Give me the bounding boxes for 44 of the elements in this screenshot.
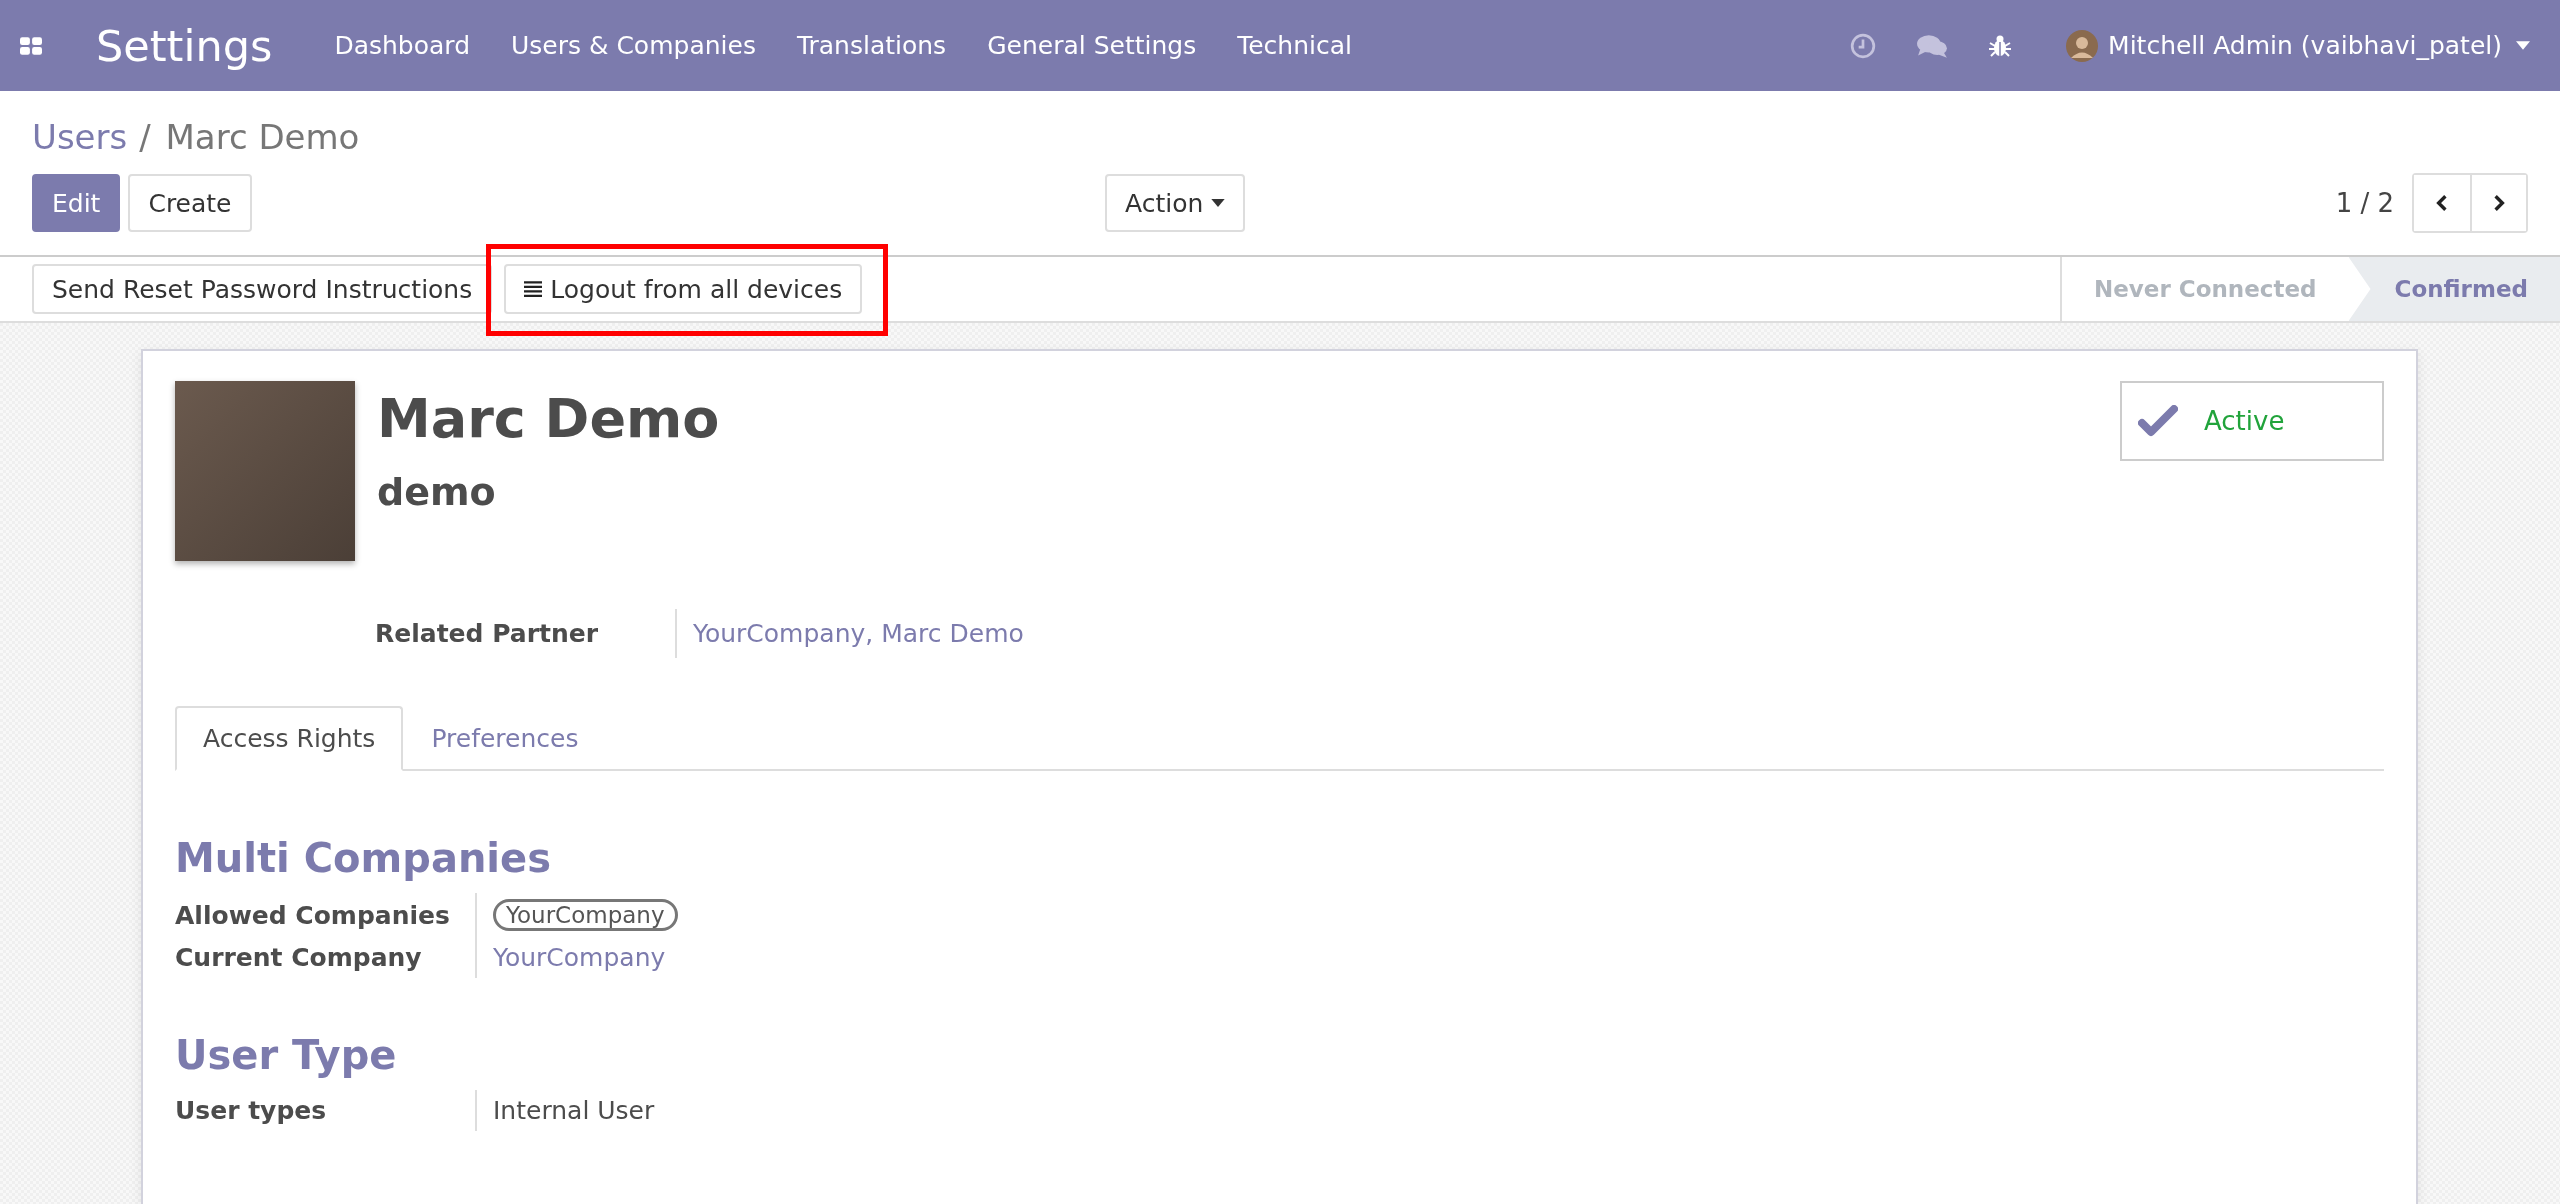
user-menu[interactable]: Mitchell Admin (vaibhavi_patel) (2108, 31, 2502, 60)
field-label: Related Partner (375, 619, 600, 648)
chat-icon[interactable] (1916, 32, 1949, 59)
breadcrumb-link[interactable]: Users (32, 117, 128, 157)
user-login: demo (377, 470, 497, 514)
section-title: Multi Companies (175, 835, 552, 881)
list-icon (524, 281, 543, 297)
status-stage[interactable]: Confirmed (2348, 257, 2560, 321)
breadcrumb-current: / Marc Demo (139, 117, 360, 157)
edit-button[interactable]: Edit (32, 174, 121, 232)
bug-icon[interactable] (1988, 33, 2013, 58)
clock-icon[interactable] (1850, 32, 1877, 59)
status-stage[interactable]: Never Connected (2060, 257, 2349, 321)
field-label: User types (175, 1095, 327, 1127)
menu-item[interactable]: General Settings (987, 31, 1197, 60)
menu-item[interactable]: Users & Companies (511, 31, 756, 60)
field-value: Internal User (493, 1096, 655, 1125)
company-tag: YourCompany (493, 899, 678, 931)
caret-icon[interactable] (2516, 41, 2530, 50)
caret-icon (1211, 199, 1226, 207)
partner-link[interactable]: YourCompany, Marc Demo (675, 609, 1024, 658)
field-label: Allowed Companies (175, 899, 450, 932)
tab[interactable]: Preferences (403, 706, 607, 771)
field-label: Current Company (175, 942, 422, 974)
section-title: User Type (175, 1032, 398, 1078)
chevron-right-icon (2493, 194, 2505, 212)
pager-value: 1 / 2 (2335, 188, 2394, 218)
header-button[interactable]: Send Reset Password Instructions (32, 264, 493, 314)
app-title: Settings (96, 20, 273, 71)
user-name: Marc Demo (377, 387, 721, 450)
create-button[interactable]: Create (128, 174, 252, 232)
menu-item[interactable]: Dashboard (334, 31, 470, 60)
avatar-icon (2066, 29, 2099, 62)
tab[interactable]: Access Rights (175, 706, 404, 771)
chevron-left-icon (2436, 194, 2448, 212)
action-dropdown[interactable]: Action (1105, 174, 1246, 232)
company-link[interactable]: YourCompany (493, 943, 666, 972)
checkmark-icon (2138, 405, 2178, 437)
active-toggle-button[interactable]: Active (2120, 381, 2384, 461)
header-button[interactable]: Logout from all devices (504, 264, 863, 314)
apps-grid-icon[interactable] (20, 36, 42, 55)
menu-item[interactable]: Translations (796, 31, 947, 60)
next-button[interactable] (2470, 175, 2526, 231)
menu-item[interactable]: Technical (1237, 31, 1352, 60)
